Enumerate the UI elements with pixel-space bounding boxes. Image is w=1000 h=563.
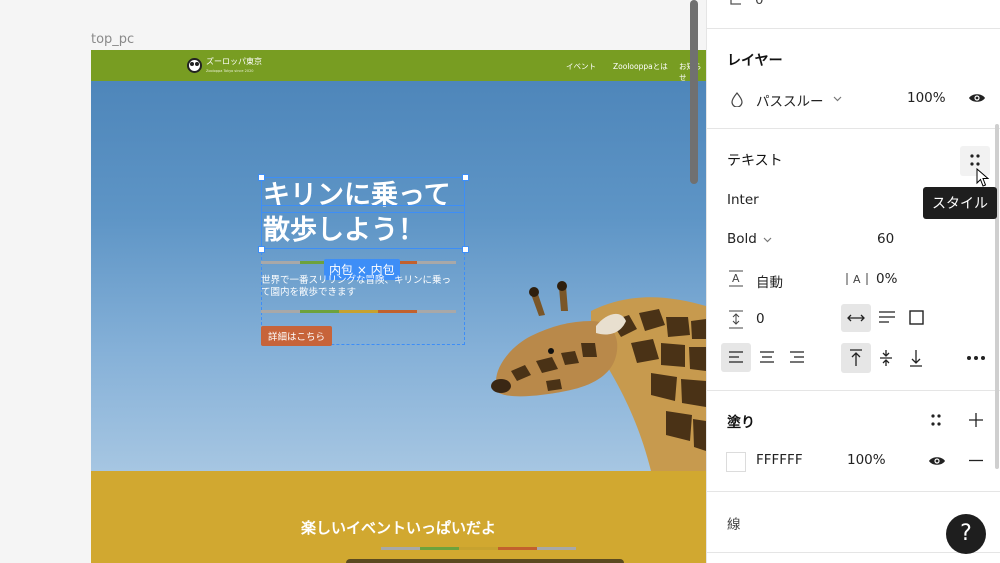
fill-styles-icon[interactable]: [930, 413, 942, 427]
fixed-size-icon[interactable]: [909, 310, 924, 325]
align-right-icon[interactable]: [789, 351, 805, 364]
design-canvas[interactable]: top_pc ズーロッパ東京 Zooloppa Tokyo since 2020…: [0, 0, 706, 563]
event-card: [346, 559, 624, 563]
design-properties-panel: 0 レイヤー パススルー 100% テキスト Inter Bold 60 A 自…: [706, 0, 1000, 563]
align-bottom-icon[interactable]: [909, 349, 923, 367]
blend-mode-select[interactable]: パススルー: [756, 90, 824, 110]
events-title: 楽しいイベントいっぱいだよ: [300, 519, 496, 537]
resize-handle-bottom-right[interactable]: [462, 246, 469, 253]
line-height-icon: A: [729, 270, 743, 287]
style-tooltip: スタイル: [923, 187, 997, 219]
resize-handle-top-left[interactable]: [258, 174, 265, 181]
details-button[interactable]: 詳細はこちら: [261, 326, 333, 346]
align-left-icon[interactable]: [728, 351, 744, 364]
blend-mode-drop-icon: [731, 92, 743, 107]
fill-color-swatch[interactable]: [726, 452, 746, 472]
rotation-icon: [730, 0, 741, 5]
resize-handle-bottom-left[interactable]: [258, 246, 265, 253]
letter-spacing-input[interactable]: 0%: [876, 271, 897, 287]
mouse-cursor-icon: [976, 168, 990, 187]
events-section: 楽しいイベントいっぱいだよ: [91, 471, 706, 563]
nav-item-about: Zoolooppaとは: [613, 62, 668, 71]
eye-icon[interactable]: [968, 92, 986, 104]
text-line-guides: [261, 177, 465, 249]
letter-spacing-icon: A: [846, 273, 868, 286]
font-size-input[interactable]: 60: [877, 231, 894, 247]
paragraph-spacing-icon: [729, 310, 743, 329]
hero-color-stripe-bottom: [261, 310, 456, 313]
svg-text:A: A: [732, 272, 740, 285]
fill-section-title: 塗り: [727, 415, 755, 431]
chevron-down-icon[interactable]: [833, 96, 842, 102]
layer-section-title: レイヤー: [727, 53, 783, 69]
panda-logo-icon: [187, 58, 202, 73]
style-dots-icon[interactable]: [969, 153, 981, 167]
svg-text:A: A: [853, 273, 861, 286]
stroke-section-title: 線: [727, 517, 741, 533]
resize-handle-top-right[interactable]: [462, 174, 469, 181]
add-fill-icon[interactable]: [969, 413, 983, 427]
fill-visibility-eye-icon[interactable]: [928, 455, 946, 467]
canvas-scrollbar[interactable]: [690, 0, 698, 184]
line-height-input[interactable]: 自動: [756, 271, 783, 291]
layer-opacity-input[interactable]: 100%: [907, 90, 946, 106]
font-family-select[interactable]: Inter: [727, 192, 759, 208]
site-name: ズーロッパ東京: [206, 57, 262, 66]
fill-opacity-input[interactable]: 100%: [847, 452, 886, 468]
more-options-icon[interactable]: [966, 355, 986, 361]
events-color-stripe: [381, 547, 576, 550]
help-button[interactable]: ?: [946, 514, 986, 554]
paragraph-spacing-input[interactable]: 0: [756, 311, 765, 327]
hero-section: キリンに乗って 散歩しよう！ 内包 × 内包 世界で一番スリリングな冒険、キリン…: [91, 81, 706, 471]
frame-label[interactable]: top_pc: [91, 32, 134, 47]
nav-item-events: イベント: [566, 62, 596, 71]
hero-subtext: 世界で一番スリリングな冒険、キリンに乗って園内を散歩できます: [261, 275, 452, 298]
panel-scrollbar[interactable]: [995, 124, 999, 469]
auto-width-icon[interactable]: [847, 312, 865, 324]
top-value[interactable]: 0: [755, 0, 764, 8]
remove-fill-icon[interactable]: [969, 459, 983, 462]
align-top-icon[interactable]: [849, 349, 863, 367]
align-middle-icon[interactable]: [879, 349, 893, 367]
fill-hex-input[interactable]: FFFFFF: [756, 452, 803, 468]
align-center-icon[interactable]: [759, 351, 775, 364]
chevron-down-icon[interactable]: [763, 237, 772, 243]
site-header: ズーロッパ東京 Zooloppa Tokyo since 2020 イベント Z…: [91, 50, 706, 82]
text-section-title: テキスト: [727, 153, 783, 169]
site-tagline: Zooloppa Tokyo since 2020: [206, 69, 254, 73]
frame-top-pc[interactable]: ズーロッパ東京 Zooloppa Tokyo since 2020 イベント Z…: [91, 50, 706, 563]
auto-height-icon[interactable]: [878, 310, 896, 324]
font-weight-select[interactable]: Bold: [727, 231, 757, 247]
